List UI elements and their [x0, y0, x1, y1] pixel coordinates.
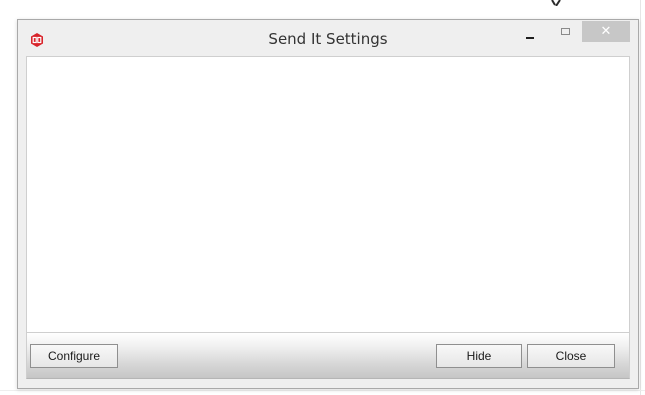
hide-button[interactable]: Hide: [436, 344, 522, 368]
window-title: Send It Settings: [268, 30, 388, 48]
window-close-button[interactable]: ✕: [582, 21, 630, 42]
title-bar[interactable]: Send It Settings ✕: [18, 20, 638, 56]
close-icon: ✕: [600, 24, 612, 39]
maximize-icon: [561, 28, 570, 35]
settings-content-area: [26, 56, 630, 333]
minimize-button[interactable]: [513, 21, 547, 42]
send-it-app-icon[interactable]: [30, 32, 44, 47]
maximize-button[interactable]: [550, 21, 584, 42]
button-bar: Configure Hide Close: [26, 333, 630, 379]
settings-window: Send It Settings ✕ Configure Hide Close: [17, 19, 639, 389]
configure-button[interactable]: Configure: [30, 344, 118, 368]
minimize-icon: [526, 37, 534, 39]
screen: Send It Settings ✕ Configure Hide Close: [0, 0, 645, 395]
background-edge-bottom: [0, 390, 645, 391]
close-button[interactable]: Close: [527, 344, 615, 368]
background-fragment: [551, 0, 562, 6]
background-edge: [640, 0, 641, 395]
